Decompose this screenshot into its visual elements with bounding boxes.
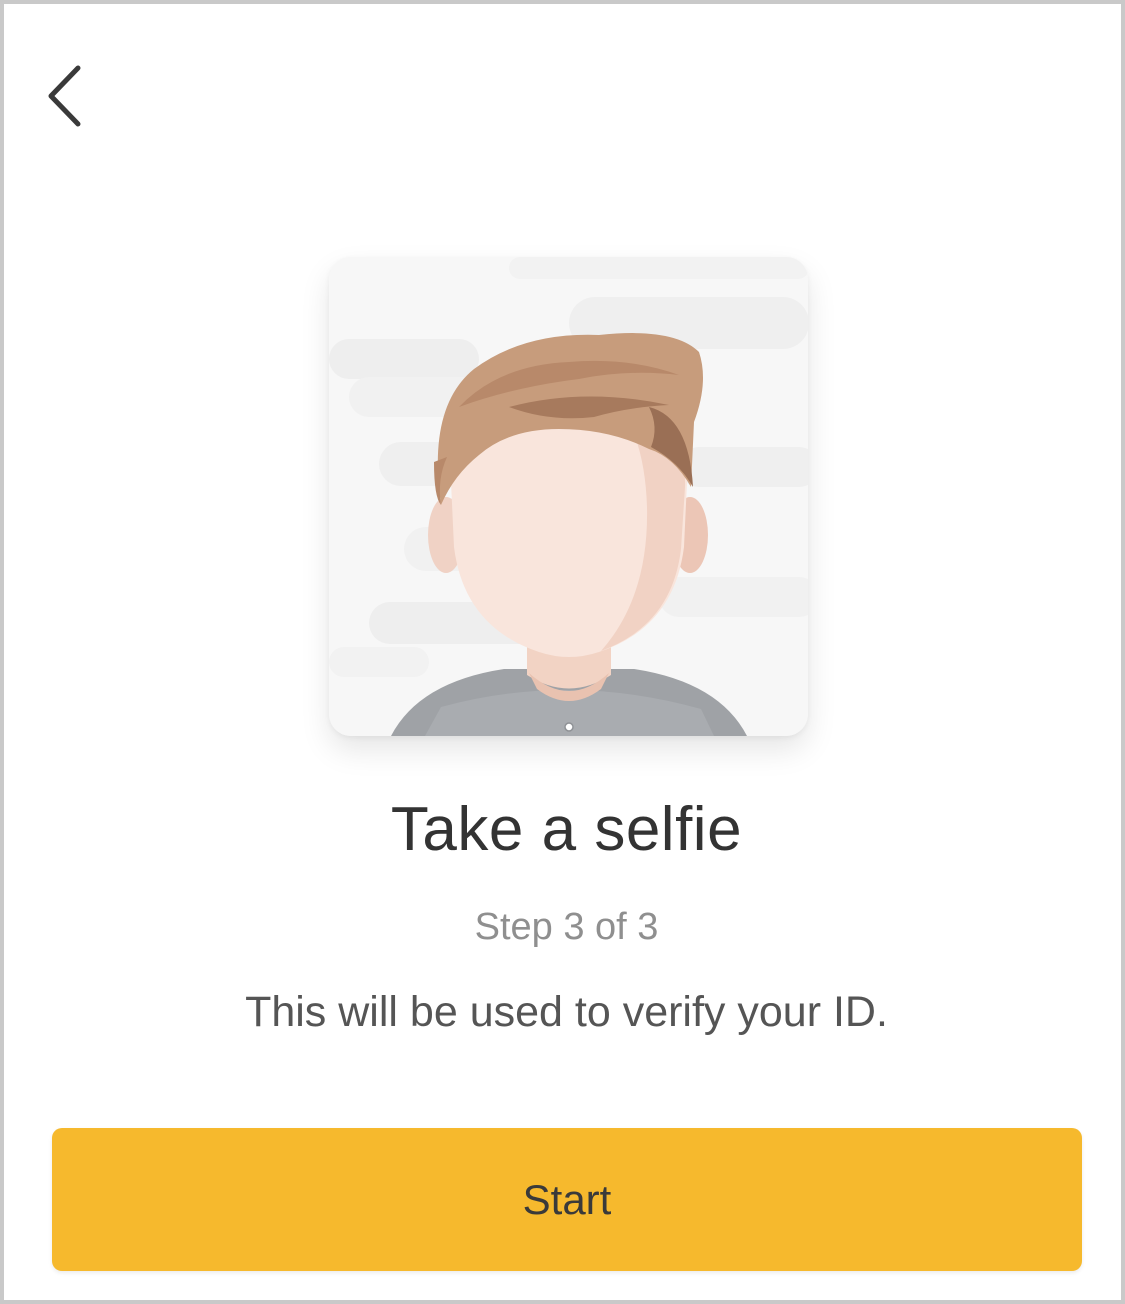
chevron-left-icon	[48, 65, 81, 127]
selfie-avatar-illustration	[329, 257, 808, 736]
back-button[interactable]	[30, 54, 100, 138]
step-indicator: Step 3 of 3	[474, 906, 659, 948]
start-button-label: Start	[522, 1175, 612, 1223]
page-title: Take a selfie	[390, 795, 743, 864]
screen: Take a selfie Step 3 of 3 This will be u…	[0, 0, 1125, 1304]
selfie-illustration	[329, 257, 808, 736]
description-text: This will be used to verify your ID.	[245, 988, 888, 1036]
start-button[interactable]: Start	[52, 1128, 1082, 1271]
